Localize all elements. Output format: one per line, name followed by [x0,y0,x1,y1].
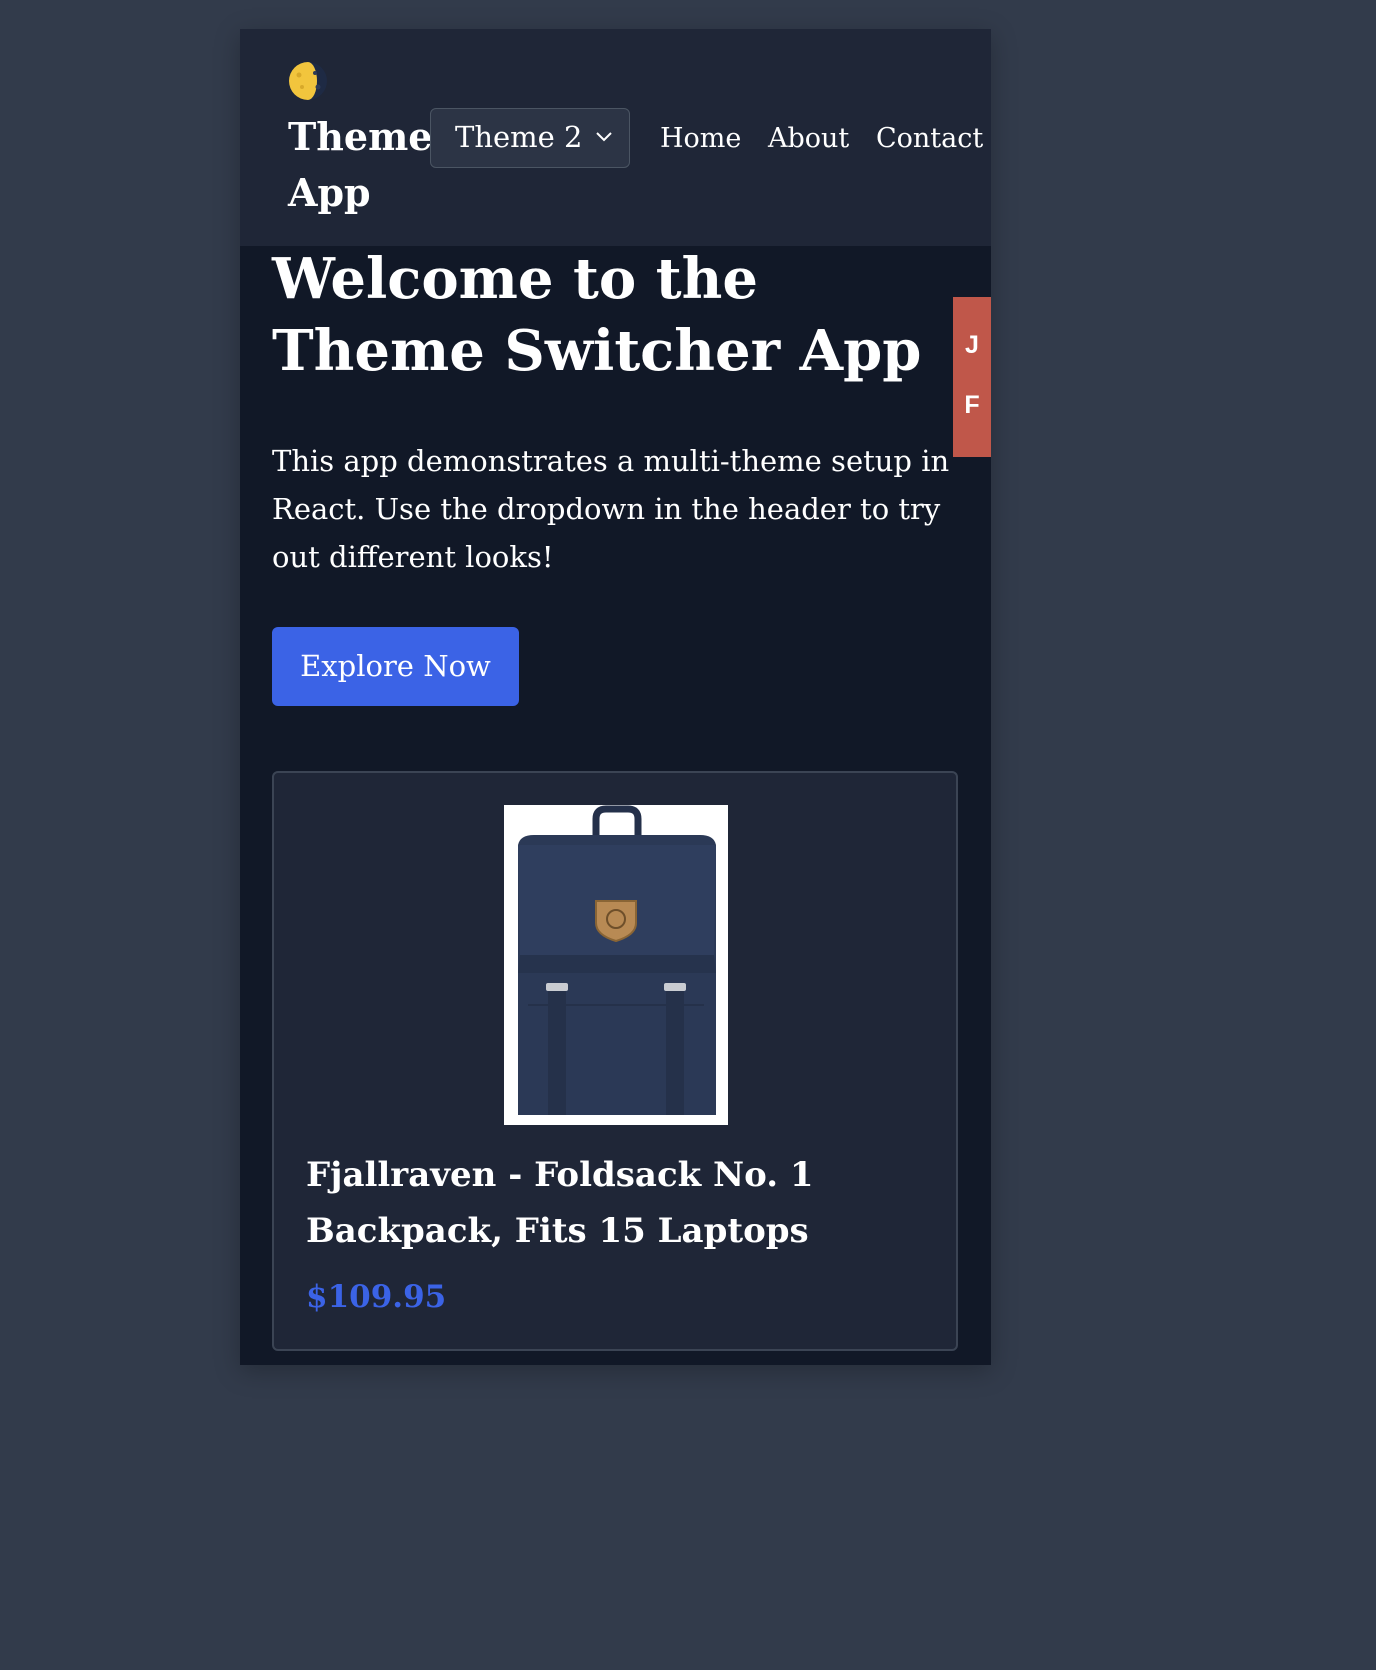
app-header: Theme App Theme 2 Home About Contact [240,29,991,246]
side-tab[interactable]: J F [953,297,991,457]
side-tab-letter-f: F [964,391,980,419]
nav-link-about[interactable]: About [768,119,849,159]
chevron-down-icon [596,132,612,142]
explore-now-button[interactable]: Explore Now [272,627,519,706]
app-window: Theme App Theme 2 Home About Contact Wel… [240,29,991,1365]
nav-link-contact[interactable]: Contact [876,119,983,159]
theme-select-value: Theme 2 [455,120,583,154]
hero-title: Welcome to the Theme Switcher App [272,246,922,384]
nav-link-home[interactable]: Home [660,119,741,159]
product-card[interactable]: Fjallraven - Foldsack No. 1 Backpack, Fi… [272,771,958,1351]
product-title: Fjallraven - Foldsack No. 1 Backpack, Fi… [306,1155,814,1251]
backpack-image [504,805,728,1125]
app-brand-title: Theme App [288,114,433,215]
side-tab-letter-j: J [965,331,979,359]
moon-phase-icon [289,62,327,100]
hero-description: This app demonstrates a multi-theme setu… [272,444,950,574]
theme-select-dropdown[interactable]: Theme 2 [430,108,630,168]
product-price: $109.95 [306,1279,447,1315]
